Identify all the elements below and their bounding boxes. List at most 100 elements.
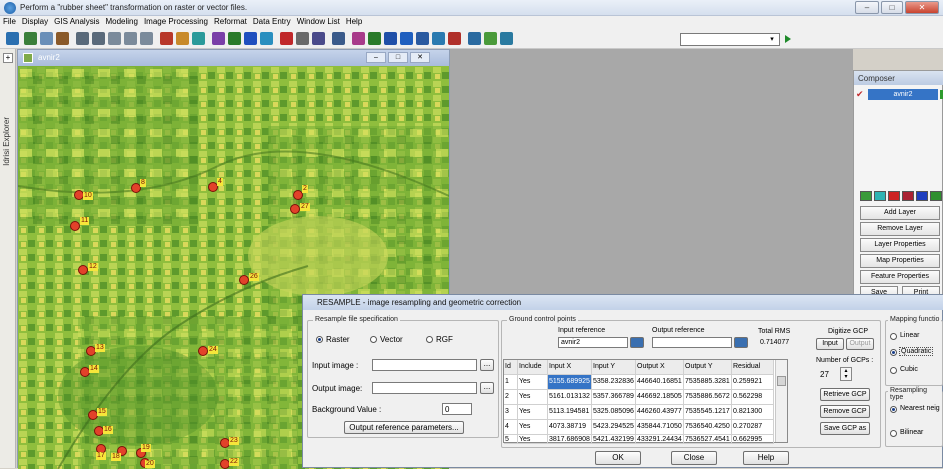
vector-icon[interactable] xyxy=(484,32,497,45)
table-cell[interactable]: 4 xyxy=(504,420,518,435)
gcp-marker[interactable] xyxy=(70,221,80,231)
close-button[interactable]: ✕ xyxy=(905,1,939,14)
table-scrollbar[interactable] xyxy=(775,360,787,442)
gps-icon[interactable] xyxy=(332,32,345,45)
map-minimize-button[interactable]: ‒ xyxy=(366,52,386,63)
table-cell[interactable]: 1 xyxy=(504,375,518,390)
cubic-radio[interactable] xyxy=(890,367,897,374)
table-cell[interactable]: 0.259921 xyxy=(732,375,774,390)
save-digitized-icon[interactable] xyxy=(192,32,205,45)
gcp-marker[interactable] xyxy=(78,265,88,275)
contour-icon[interactable] xyxy=(448,32,461,45)
background-value-field[interactable]: 0 xyxy=(442,403,472,415)
menu-image-processing[interactable]: Image Processing xyxy=(141,16,211,26)
feature-properties-button[interactable]: Feature Properties xyxy=(860,270,940,284)
cross-section-icon[interactable] xyxy=(368,32,381,45)
input-reference-browse-icon[interactable] xyxy=(630,337,644,348)
table-cell[interactable]: Yes xyxy=(518,435,548,444)
color-swatch[interactable] xyxy=(860,191,872,201)
table-cell[interactable]: 5423.294525 xyxy=(592,420,636,435)
scroll-thumb[interactable] xyxy=(777,376,786,386)
table-cell[interactable]: 7536540.4250 xyxy=(684,420,732,435)
composer-icon[interactable] xyxy=(40,32,53,45)
table-cell[interactable]: 2 xyxy=(504,390,518,405)
pixel-edit-icon[interactable] xyxy=(244,32,257,45)
table-cell[interactable]: 5325.085096 xyxy=(592,405,636,420)
layer-properties-button[interactable]: Layer Properties xyxy=(860,238,940,252)
remove-layer-button[interactable]: Remove Layer xyxy=(860,222,940,236)
menu-modeling[interactable]: Modeling xyxy=(102,16,140,26)
zoom-window-icon[interactable] xyxy=(108,32,121,45)
histogram-icon[interactable] xyxy=(352,32,365,45)
full-extent-icon[interactable] xyxy=(140,32,153,45)
table-cell[interactable]: 3 xyxy=(504,405,518,420)
table-cell[interactable]: Yes xyxy=(518,405,548,420)
table-cell[interactable]: 433291.24434 xyxy=(636,435,684,444)
table-cell[interactable]: 5113.194581 xyxy=(548,405,592,420)
close-dialog-button[interactable]: Close xyxy=(671,451,717,465)
metadata-icon[interactable] xyxy=(56,32,69,45)
input-reference-field[interactable]: avnir2 xyxy=(558,337,628,348)
database-icon[interactable] xyxy=(416,32,429,45)
composer-layer-item[interactable]: avnir2 xyxy=(868,89,938,100)
color-swatch[interactable] xyxy=(888,191,900,201)
map-properties-button[interactable]: Map Properties xyxy=(860,254,940,268)
menu-file[interactable]: File xyxy=(0,16,19,26)
column-header[interactable]: Include xyxy=(518,360,548,375)
table-cell[interactable]: 5421.432199 xyxy=(592,435,636,444)
menu-gis-analysis[interactable]: GIS Analysis xyxy=(51,16,102,26)
column-header[interactable]: Input Y xyxy=(592,360,636,375)
output-reference-field[interactable] xyxy=(652,337,732,348)
color-swatch[interactable] xyxy=(916,191,928,201)
add-layer-button[interactable]: Add Layer xyxy=(860,206,940,220)
raster-radio[interactable] xyxy=(316,336,323,343)
table-cell[interactable]: Yes xyxy=(518,390,548,405)
table-cell[interactable]: 7535885.3281 xyxy=(684,375,732,390)
open-display-icon[interactable] xyxy=(6,32,19,45)
chevron-down-icon[interactable]: ▾ xyxy=(768,35,776,44)
gcp-marker[interactable] xyxy=(198,346,208,356)
retrieve-gcp-button[interactable]: Retrieve GCP xyxy=(820,388,870,401)
classify-icon[interactable] xyxy=(468,32,481,45)
pin-icon[interactable]: + xyxy=(3,53,13,63)
gps-target-icon[interactable] xyxy=(280,32,293,45)
table-cell[interactable]: 7535886.5672 xyxy=(684,390,732,405)
table-cell[interactable]: 4073.38719 xyxy=(548,420,592,435)
help-button[interactable]: Help xyxy=(743,451,789,465)
table-cell[interactable]: 446692.18505 xyxy=(636,390,684,405)
table-cell[interactable]: Yes xyxy=(518,420,548,435)
column-header[interactable]: Output Y xyxy=(684,360,732,375)
table-cell[interactable]: 5161.013132 xyxy=(548,390,592,405)
map-properties-icon[interactable] xyxy=(312,32,325,45)
table-cell[interactable]: 435844.71050 xyxy=(636,420,684,435)
table-cell[interactable]: 7535545.1217 xyxy=(684,405,732,420)
menu-data-entry[interactable]: Data Entry xyxy=(250,16,294,26)
minimize-button[interactable]: ‒ xyxy=(855,1,879,14)
query-icon[interactable] xyxy=(228,32,241,45)
table-cell[interactable]: 0.821300 xyxy=(732,405,774,420)
output-image-browse-button[interactable]: ... xyxy=(480,382,494,394)
nearest-neighbor-radio[interactable] xyxy=(890,406,897,413)
gcp-table[interactable]: Id Include Input X Input Y Output X Outp… xyxy=(503,359,788,444)
rgf-radio[interactable] xyxy=(426,336,433,343)
feature-info-icon[interactable] xyxy=(260,32,273,45)
ok-button[interactable]: OK xyxy=(595,451,641,465)
map-close-button[interactable]: ✕ xyxy=(410,52,430,63)
layer-icon[interactable] xyxy=(24,32,37,45)
table-cell[interactable]: 7536527.4541 xyxy=(684,435,732,444)
menu-window-list[interactable]: Window List xyxy=(294,16,343,26)
color-swatch[interactable] xyxy=(902,191,914,201)
digitize-icon[interactable] xyxy=(160,32,173,45)
table-cell[interactable]: 3817.686908 xyxy=(548,435,592,444)
map-restore-button[interactable]: □ xyxy=(388,52,408,63)
zoom-in-icon[interactable] xyxy=(76,32,89,45)
toolbar-combo[interactable] xyxy=(680,33,780,46)
table-cell-selected[interactable]: 5155.689925 xyxy=(548,375,592,390)
digitize-output-button[interactable]: Output xyxy=(846,338,874,350)
column-header[interactable]: Id xyxy=(504,360,518,375)
table-cell[interactable]: 0.562298 xyxy=(732,390,774,405)
table-cell[interactable]: Yes xyxy=(518,375,548,390)
table-cell[interactable]: 5 xyxy=(504,435,518,444)
output-reference-parameters-button[interactable]: Output reference parameters... xyxy=(344,421,464,434)
color-swatch[interactable] xyxy=(930,191,942,201)
